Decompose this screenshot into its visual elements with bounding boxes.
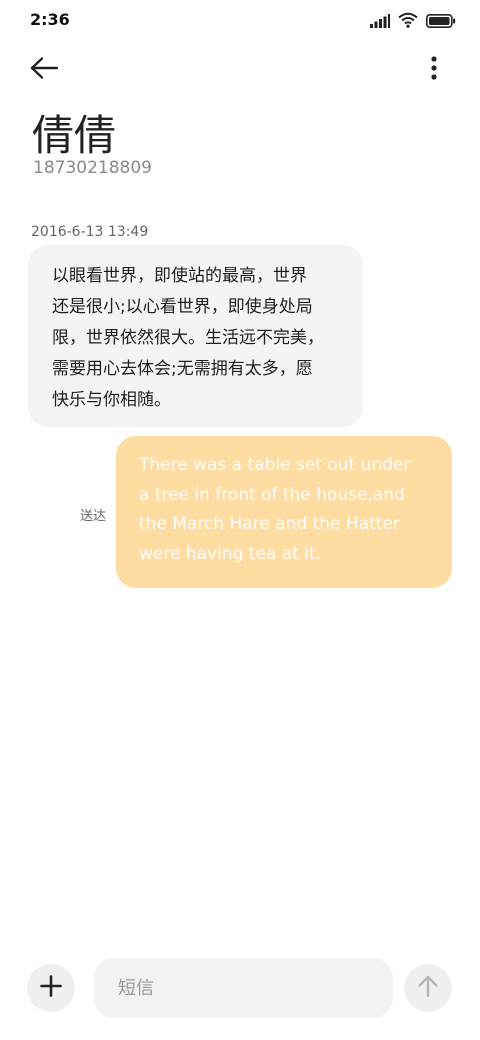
send-button[interactable] — [404, 964, 452, 1012]
back-arrow-icon — [30, 57, 59, 83]
message-timestamp: 2016-6-13 13:49 — [31, 224, 149, 240]
wifi-icon — [398, 12, 418, 32]
plus-icon — [40, 975, 62, 1001]
signal-icon — [370, 13, 390, 32]
outgoing-message-bubble[interactable]: There was a table set out under a tree i… — [116, 436, 452, 588]
contact-name: 倩倩 — [32, 111, 117, 160]
message-line: a tree in front of the house,and — [139, 484, 405, 505]
message-line: 还是很小;以心看世界，即使身处局 — [52, 297, 313, 317]
incoming-message-bubble[interactable]: 以眼看世界，即使站的最高，世界 还是很小;以心看世界，即使身处局 限，世界依然很… — [28, 245, 363, 427]
more-vertical-icon — [431, 56, 437, 84]
contact-number: 18730218809 — [33, 158, 152, 178]
message-line: 以眼看世界，即使站的最高，世界 — [52, 266, 307, 286]
message-line: There was a table set out under — [139, 455, 411, 475]
message-input[interactable] — [94, 958, 393, 1018]
delivery-status: 送达 — [80, 509, 107, 524]
message-line: the March Hare and the Hatter — [139, 514, 400, 534]
attach-button[interactable] — [27, 964, 75, 1012]
nav-bar — [0, 44, 480, 96]
status-icons — [370, 12, 456, 32]
arrow-up-icon — [417, 974, 439, 1002]
more-options-button[interactable] — [422, 52, 446, 88]
battery-icon — [426, 13, 456, 32]
message-line: 需要用心去体会;无需拥有太多，愿 — [52, 359, 313, 379]
message-line: 限，世界依然很大。生活远不完美， — [52, 328, 324, 348]
back-button[interactable] — [30, 52, 74, 88]
status-time: 2:36 — [30, 10, 70, 29]
message-line: were having tea at it. — [139, 543, 322, 564]
status-bar: 2:36 — [0, 0, 480, 44]
message-composer — [0, 955, 480, 1021]
message-line: 快乐与你相随。 — [52, 390, 171, 410]
